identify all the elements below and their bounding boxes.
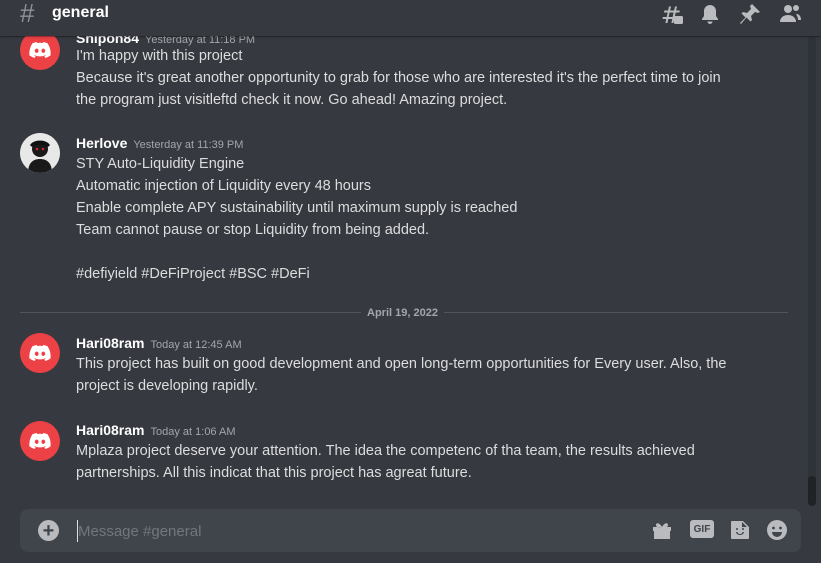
discord-logo-icon xyxy=(29,433,51,449)
message-line: STY Auto-Liquidity Engine xyxy=(76,156,245,172)
avatar[interactable] xyxy=(20,421,60,461)
scrollbar-thumb[interactable] xyxy=(808,476,816,506)
plus-icon[interactable]: + xyxy=(38,520,59,541)
message-line: I'm happy with this project xyxy=(76,48,243,64)
scrollbar-track[interactable] xyxy=(808,36,816,506)
bell-icon[interactable] xyxy=(698,2,722,26)
message-line: the program just visitleftd check it now… xyxy=(76,92,508,108)
threads-icon[interactable] xyxy=(660,2,684,26)
avatar[interactable] xyxy=(20,333,60,373)
author-name[interactable]: Hari08ram Today at 1:06 AM xyxy=(76,422,236,438)
timestamp: Today at 1:06 AM xyxy=(150,426,236,438)
message-line: Automatic injection of Liquidity every 4… xyxy=(76,178,371,194)
pin-icon[interactable] xyxy=(738,2,762,26)
message-line: partnerships. All this indicat that this… xyxy=(76,465,472,481)
discord-logo-icon xyxy=(29,345,51,361)
discord-logo-icon xyxy=(29,42,51,58)
hash-icon: # xyxy=(20,0,35,28)
timestamp: Today at 12:45 AM xyxy=(150,339,242,351)
gif-icon[interactable]: GIF xyxy=(690,520,714,538)
timestamp: Yesterday at 11:39 PM xyxy=(133,139,244,151)
gift-icon[interactable] xyxy=(650,518,674,542)
author-name[interactable]: Hari08ram Today at 12:45 AM xyxy=(76,335,242,351)
members-icon[interactable] xyxy=(778,2,802,26)
message-line: project is developing rapidly. xyxy=(76,378,258,394)
character-avatar-icon xyxy=(20,133,60,173)
message-line: Mplaza project deserve your attention. T… xyxy=(76,443,695,459)
hashtag-line: #defiyield #DeFiProject #BSC #DeFi xyxy=(76,266,310,282)
message-line: Enable complete APY sustainability until… xyxy=(76,200,518,216)
message-input[interactable] xyxy=(77,520,638,542)
channel-header: # general xyxy=(0,0,821,36)
message-line: This project has built on good developme… xyxy=(76,356,727,372)
date-divider-label: April 19, 2022 xyxy=(361,306,444,320)
message-line: Team cannot pause or stop Liquidity from… xyxy=(76,222,430,238)
message-list[interactable]: Shipon84 Yesterday at 11:18 PM I'm happy … xyxy=(0,36,808,506)
message-composer: + GIF xyxy=(20,509,801,552)
sticker-icon[interactable] xyxy=(728,518,752,542)
channel-name: general xyxy=(52,4,109,21)
avatar[interactable] xyxy=(20,133,60,173)
avatar[interactable] xyxy=(20,36,60,70)
author-name[interactable]: Herlove Yesterday at 11:39 PM xyxy=(76,135,243,151)
message-line: Because it's great another opportunity t… xyxy=(76,70,721,86)
emoji-icon[interactable] xyxy=(765,518,789,542)
